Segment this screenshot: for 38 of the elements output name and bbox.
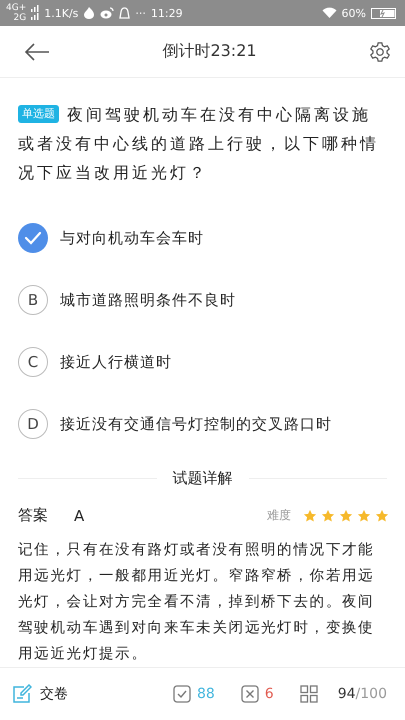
network-label: 4G+ [6, 3, 26, 13]
answer-option[interactable]: 与对向机动车会车时 [18, 207, 387, 270]
more-indicator: ··· [135, 6, 146, 20]
question-text: 单选题 夜间驾驶机动车在没有中心隔离设施或者没有中心线的道路上行驶，以下哪种情况下应当改用近光灯？ [18, 104, 380, 184]
explanation-text: 记住，只有在没有路灯或者没有照明的情况下才能用远光灯，一般都用近光灯。窄路窄桥，你若用远光灯，会让对方完全看不清，掉到桥下去的。夜间驾驶机动车遇到对向来车未关闭远光灯时，变换使用远近光灯提示。 [17, 541, 376, 664]
grid-icon[interactable] [300, 685, 318, 703]
correct-count: 88 [196, 686, 215, 702]
check-icon [18, 223, 48, 254]
wifi-icon [322, 7, 337, 19]
question-type-tag: 单选题 [18, 105, 59, 124]
current-question-number: 94 [338, 686, 356, 702]
total-questions: /100 [356, 686, 387, 702]
answer-option[interactable]: B 城市道路照明条件不良时 [18, 269, 387, 332]
network-speed: 1.1K/s [44, 6, 78, 20]
submit-button[interactable]: 交卷 [12, 684, 68, 704]
answer-option[interactable]: D 接近没有交通信号灯控制的交叉路口时 [18, 393, 387, 456]
network-label: 2G [14, 13, 26, 23]
section-heading: 试题详解 [172, 469, 232, 488]
star-icon [321, 508, 335, 523]
battery-icon [371, 8, 397, 18]
settings-icon[interactable] [368, 40, 391, 62]
answer-value: A [74, 506, 84, 525]
back-arrow-icon[interactable] [24, 42, 50, 60]
star-icon [339, 508, 353, 523]
clock-time: 11:29 [150, 6, 183, 20]
countdown-title: 倒计时23:21 [162, 41, 257, 62]
signal-icon [31, 5, 40, 21]
answer-option[interactable]: C 接近人行横道时 [18, 331, 387, 394]
wrong-count: 6 [264, 686, 274, 702]
battery-percent: 60% [342, 6, 366, 20]
answer-label: 答案 [18, 506, 48, 526]
star-icon [375, 508, 389, 523]
checkbox-icon [172, 685, 191, 703]
difficulty-label: 难度 [267, 507, 291, 524]
star-icon [357, 508, 371, 523]
star-icon [303, 508, 317, 523]
edit-icon [12, 684, 32, 704]
cross-box-icon [240, 685, 259, 703]
